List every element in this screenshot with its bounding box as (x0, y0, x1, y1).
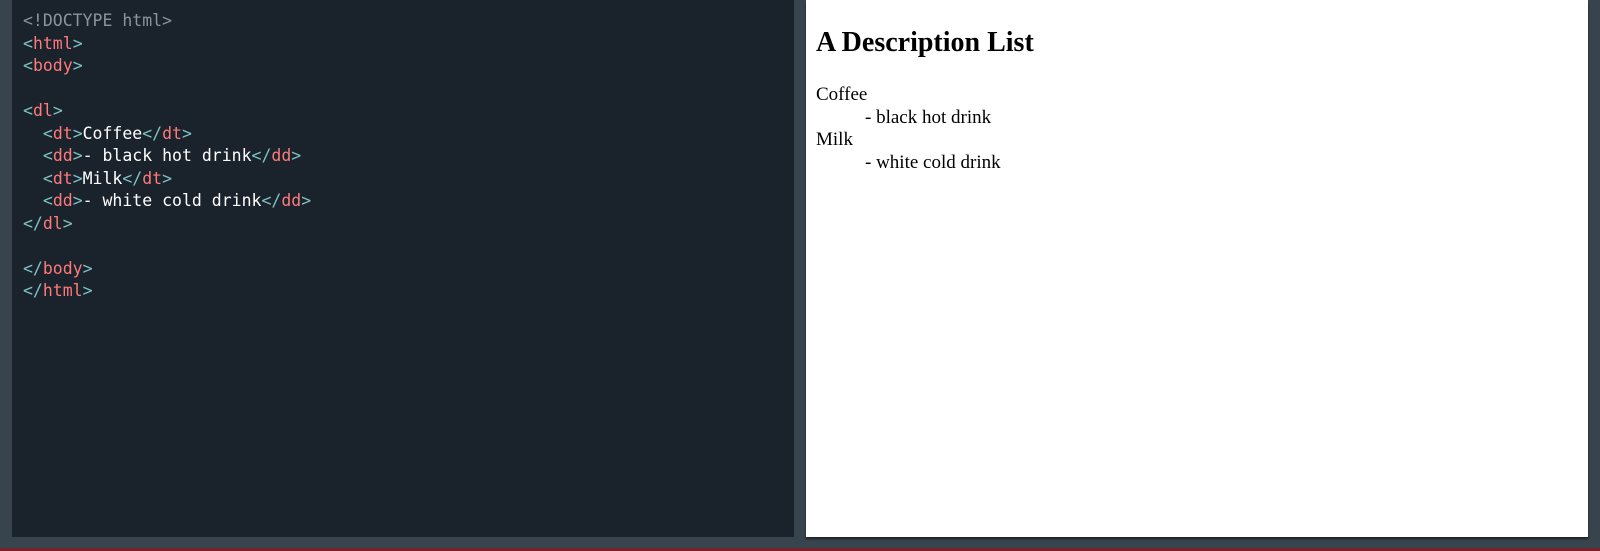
code-token-text: - white cold drink (82, 191, 262, 210)
code-lines: <!DOCTYPE html> <html> <body> <dl> <dt>Coff… (23, 10, 794, 303)
code-token-text: Coffee (82, 123, 143, 143)
code-token-punct: </ (23, 258, 43, 278)
code-token-punct: </ (23, 281, 43, 300)
code-token-punct: </ (142, 123, 163, 143)
code-line: <!DOCTYPE html> (23, 10, 794, 33)
code-editor[interactable]: <!DOCTYPE html> <html> <body> <dl> <dt>Coff… (12, 0, 794, 537)
code-token-punct: > (72, 123, 83, 143)
code-token-tag: dt (162, 123, 182, 143)
code-token-punct: < (23, 191, 53, 210)
code-token-text: - black hot drink (82, 146, 252, 165)
code-token-tag: body (42, 258, 83, 278)
code-token-tag: dt (52, 168, 73, 188)
code-token-punct: < (23, 168, 53, 188)
code-token-tag: body (32, 56, 73, 75)
code-token-tag: dd (52, 146, 73, 165)
code-token-doctype: <!DOCTYPE html> (23, 11, 173, 30)
code-token-text: Milk (82, 168, 123, 188)
code-token-punct: > (162, 168, 173, 188)
code-token-punct: </ (261, 191, 282, 210)
code-line: <html> (23, 33, 794, 56)
description-list: Coffee - black hot drink Milk - white co… (816, 84, 1578, 174)
description-term: Coffee (816, 84, 868, 105)
description-detail: - white cold drink (865, 151, 1001, 173)
code-token-punct: > (72, 33, 83, 53)
code-token-tag: dd (52, 191, 73, 210)
code-token-punct: > (291, 146, 302, 165)
preview-heading: A Description List (816, 27, 1034, 58)
code-token-punct: < (23, 123, 53, 143)
description-term: Milk (816, 129, 853, 150)
code-token-punct: > (52, 101, 63, 120)
code-line: </dl> (23, 213, 794, 236)
code-token-punct: </ (23, 213, 43, 233)
code-token-punct: < (23, 101, 33, 120)
code-token-punct: > (301, 191, 312, 210)
code-line: <dt>Milk</dt> (23, 168, 794, 191)
code-line: <dl> (23, 100, 794, 123)
code-token-punct: > (181, 123, 192, 143)
code-token-punct: > (72, 191, 83, 210)
code-token-punct: </ (251, 146, 272, 165)
code-token-tag: html (32, 33, 73, 53)
code-token-punct: < (23, 33, 33, 53)
code-line: <body> (23, 55, 794, 78)
code-token-punct: > (82, 258, 93, 278)
code-token-punct: > (72, 168, 83, 188)
code-line: </body> (23, 258, 794, 281)
code-token-tag: dl (42, 213, 63, 233)
code-token-tag: dl (32, 101, 53, 120)
code-line: <dd>- black hot drink</dd> (23, 145, 794, 168)
code-token-tag: dt (142, 168, 163, 188)
code-token-punct: > (82, 281, 93, 300)
code-line: <dt>Coffee</dt> (23, 123, 794, 146)
code-token-punct: > (62, 213, 73, 233)
code-token-punct: < (23, 56, 33, 75)
result-preview: A Description List Coffee - black hot dr… (806, 0, 1588, 537)
code-token-punct: < (23, 146, 53, 165)
code-token-tag: html (42, 281, 83, 300)
code-token-tag: dt (52, 123, 73, 143)
description-detail: - black hot drink (865, 106, 992, 128)
code-token-tag: dd (281, 191, 302, 210)
code-token-punct: > (72, 146, 83, 165)
code-token-punct: </ (122, 168, 143, 188)
code-token-punct: > (72, 56, 83, 75)
code-line: </html> (23, 280, 794, 303)
code-token-tag: dd (271, 146, 292, 165)
code-line: <dd>- white cold drink</dd> (23, 190, 794, 213)
